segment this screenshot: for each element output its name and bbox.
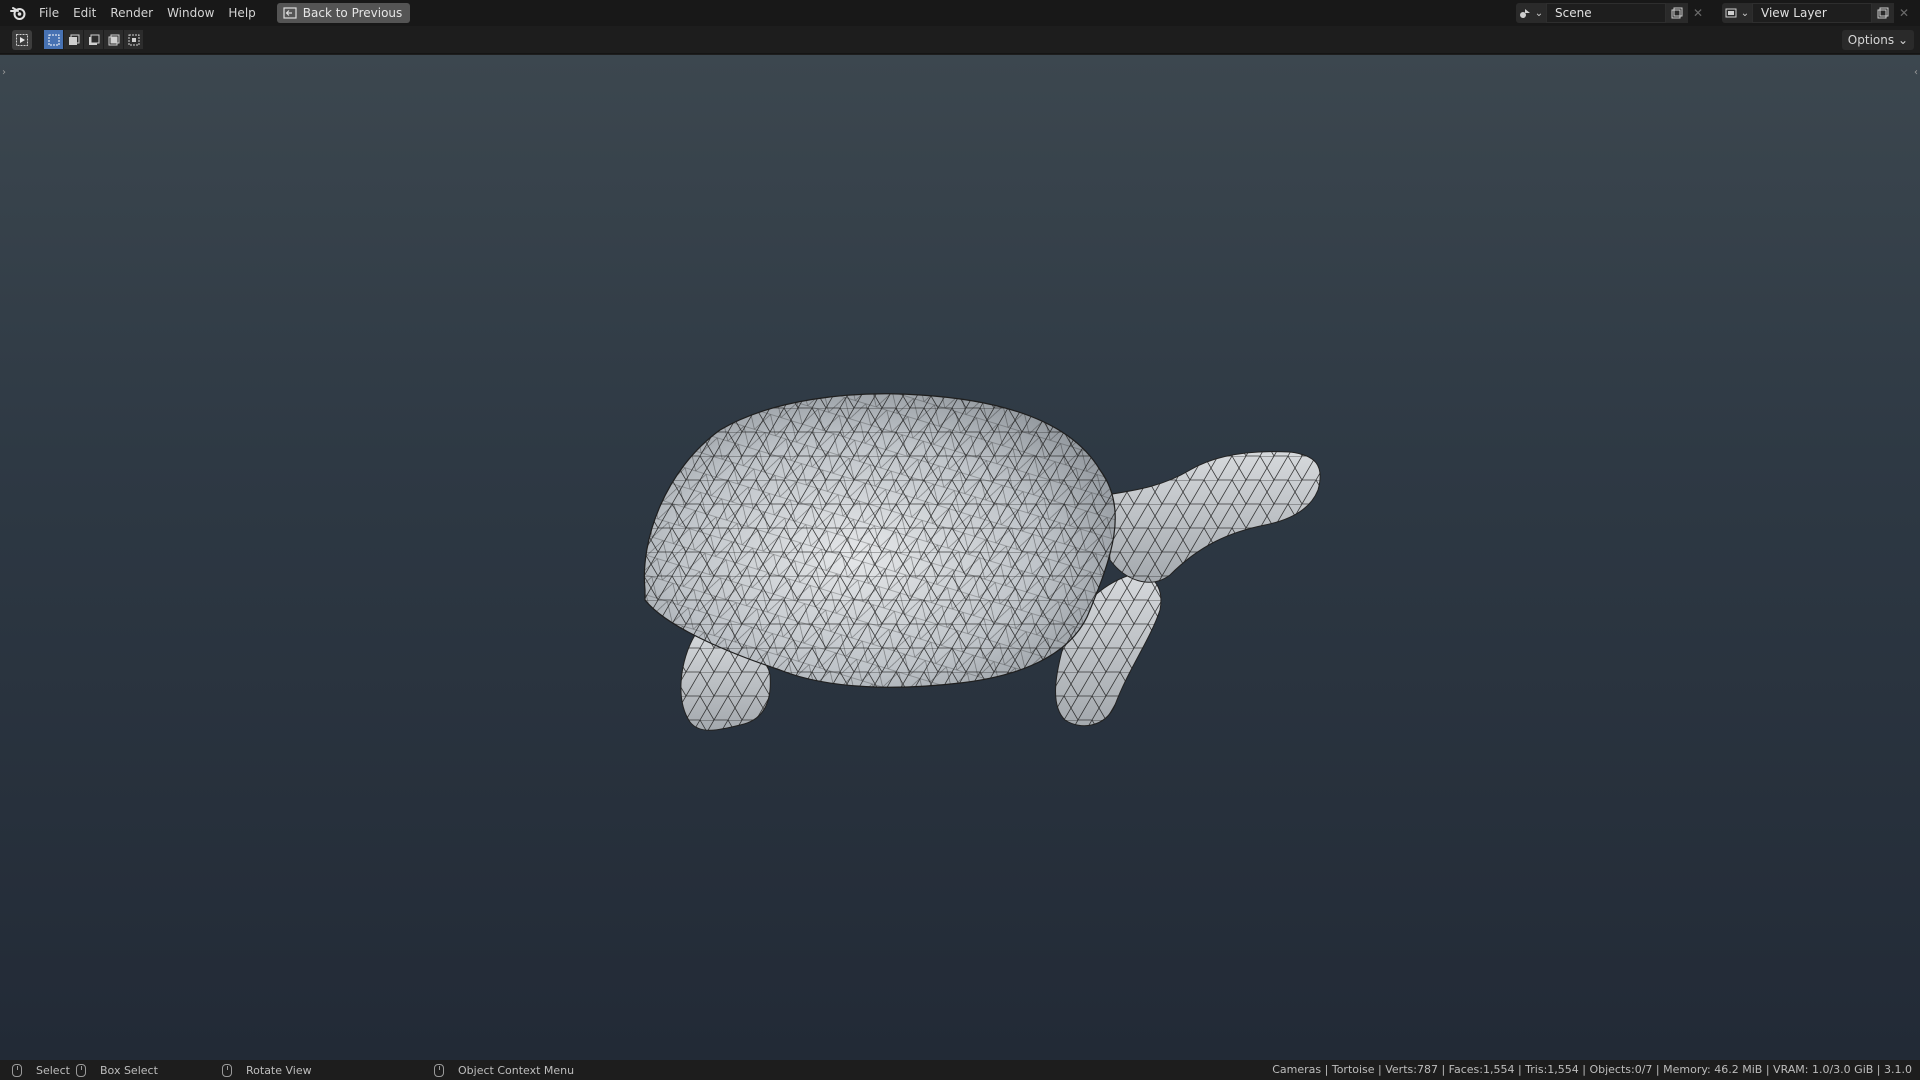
status-bar: Select Box Select Rotate View Object Con… — [0, 1060, 1920, 1080]
mouse-right-icon — [434, 1063, 444, 1077]
duplicate-icon — [1877, 7, 1889, 19]
hint-context-menu: Object Context Menu — [434, 1060, 574, 1080]
selection-mode-group — [44, 30, 143, 49]
menu-help[interactable]: Help — [221, 0, 262, 26]
hint-rotate-view-label: Rotate View — [246, 1063, 312, 1077]
view-layer-name-field[interactable]: View Layer — [1752, 3, 1872, 23]
select-new-icon[interactable] — [44, 30, 63, 49]
hint-box-select: Box Select — [76, 1060, 158, 1080]
duplicate-icon — [1671, 7, 1683, 19]
scene-icon[interactable]: ⌄ — [1516, 3, 1546, 23]
top-bar: File Edit Render Window Help Back to Pre… — [0, 0, 1920, 26]
select-subtract-icon[interactable] — [84, 30, 103, 49]
menu-render[interactable]: Render — [103, 0, 160, 26]
back-arrow-icon — [283, 7, 297, 19]
back-to-previous-button[interactable]: Back to Previous — [276, 3, 411, 23]
select-invert-icon[interactable] — [104, 30, 123, 49]
mouse-left-icon — [12, 1063, 22, 1077]
view-layer-selector: ⌄ View Layer ✕ — [1722, 3, 1914, 23]
select-intersect-icon[interactable] — [124, 30, 143, 49]
3d-viewport[interactable]: › ‹ — [0, 55, 1920, 1060]
chevron-down-icon: ⌄ — [1534, 7, 1544, 19]
menu-edit[interactable]: Edit — [66, 0, 103, 26]
hint-rotate-view: Rotate View — [222, 1060, 312, 1080]
hint-select: Select — [12, 1060, 70, 1080]
tool-header: Options ⌄ — [0, 26, 1920, 54]
options-dropdown[interactable]: Options ⌄ — [1841, 30, 1914, 50]
delete-view-layer-icon[interactable]: ✕ — [1894, 3, 1914, 23]
mouse-middle-icon — [222, 1063, 232, 1077]
tortoise-shell — [643, 393, 1116, 688]
tortoise-head — [1104, 451, 1321, 583]
blender-logo-icon[interactable] — [4, 0, 32, 26]
options-label: Options — [1847, 33, 1895, 47]
view-layer-icon[interactable]: ⌄ — [1722, 3, 1752, 23]
delete-scene-icon[interactable]: ✕ — [1688, 3, 1708, 23]
chevron-down-icon: ⌄ — [1740, 7, 1750, 19]
new-scene-button[interactable] — [1666, 3, 1688, 23]
scene-selector: ⌄ Scene ✕ — [1516, 3, 1708, 23]
mouse-left-drag-icon — [76, 1063, 86, 1077]
hint-context-menu-label: Object Context Menu — [458, 1063, 575, 1077]
scene-statistics: Cameras | Tortoise | Verts:787 | Faces:1… — [1272, 1063, 1912, 1076]
menu-window[interactable]: Window — [160, 0, 221, 26]
new-view-layer-button[interactable] — [1872, 3, 1894, 23]
tortoise-mesh[interactable] — [0, 55, 1920, 1060]
back-to-previous-label: Back to Previous — [302, 6, 403, 20]
scene-name-field[interactable]: Scene — [1546, 3, 1666, 23]
chevron-down-icon: ⌄ — [1897, 33, 1908, 47]
select-extend-icon[interactable] — [64, 30, 83, 49]
hint-box-select-label: Box Select — [100, 1063, 158, 1077]
hint-select-label: Select — [36, 1063, 70, 1077]
menu-file[interactable]: File — [32, 0, 66, 26]
select-cursor-icon[interactable] — [12, 29, 32, 50]
